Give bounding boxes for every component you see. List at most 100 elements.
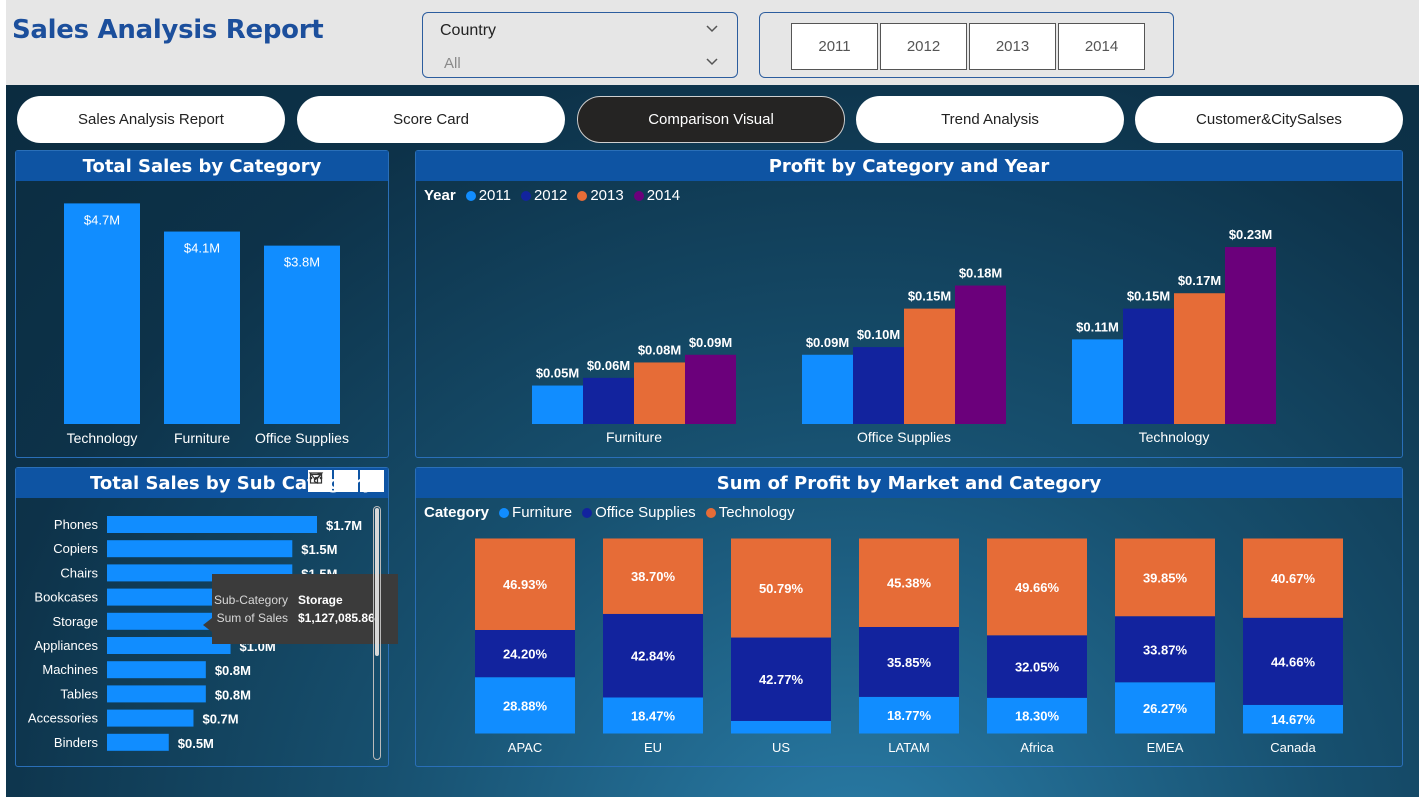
data-label: 50.79% bbox=[759, 581, 804, 596]
category-label: Technology bbox=[67, 430, 138, 446]
report-header: Sales Analysis Report Country All 2011 2… bbox=[6, 0, 1419, 85]
data-label: $0.11M bbox=[1076, 319, 1119, 334]
bar-technology[interactable] bbox=[64, 203, 140, 424]
sales-by-category-chart: $4.7M Technology $4.1M Furniture $3.8M Office… bbox=[64, 203, 349, 446]
bar-furniture-2012[interactable] bbox=[583, 377, 634, 424]
country-slicer-value[interactable]: All bbox=[444, 55, 461, 72]
bar-technology-2014[interactable] bbox=[1225, 247, 1276, 424]
tab-trend-analysis[interactable]: Trend Analysis bbox=[856, 96, 1124, 143]
country-slicer-label: Country bbox=[440, 22, 497, 39]
category-label: Copiers bbox=[53, 541, 98, 556]
visual-header-icons bbox=[308, 470, 384, 492]
report-body: Sales Analysis Report Score Card Compari… bbox=[6, 85, 1419, 797]
legend-item-2012[interactable]: 2012 bbox=[520, 187, 567, 204]
bar-furniture-2013[interactable] bbox=[634, 362, 685, 424]
data-label: 18.77% bbox=[887, 708, 932, 723]
data-label: 33.87% bbox=[1143, 642, 1188, 657]
year-button-2012[interactable]: 2012 bbox=[880, 23, 967, 70]
legend-item-office-supplies[interactable]: Office Supplies bbox=[582, 504, 696, 521]
tab-customer-city-sales[interactable]: Customer&CitySalses bbox=[1135, 96, 1403, 143]
data-label: 35.85% bbox=[887, 655, 932, 670]
data-label: 40.67% bbox=[1271, 571, 1316, 586]
chart-tooltip: Sub-Category Storage Sum of Sales $1,127… bbox=[212, 574, 398, 644]
legend-item-technology[interactable]: Technology bbox=[705, 504, 795, 521]
sales-by-category-panel[interactable]: $4.7M Technology $4.1M Furniture $3.8M Office… bbox=[15, 150, 389, 458]
data-label: $0.8M bbox=[215, 687, 251, 702]
data-label: $1.5M bbox=[301, 542, 337, 557]
profit-by-category-year-panel[interactable]: $0.05M $0.06M $0.08M $0.09M Furniture $0.09M $… bbox=[415, 150, 1403, 458]
data-label: 24.20% bbox=[503, 647, 548, 662]
year-button-2011[interactable]: 2011 bbox=[791, 23, 878, 70]
chevron-down-icon[interactable] bbox=[705, 22, 719, 36]
category-label: Bookcases bbox=[34, 590, 98, 605]
category-label: Storage bbox=[52, 614, 98, 629]
data-label: $0.10M bbox=[857, 327, 900, 342]
category-label: Phones bbox=[54, 517, 99, 532]
data-label: $3.8M bbox=[284, 255, 320, 270]
profit-by-category-year-title: Profit by Category and Year bbox=[416, 151, 1402, 181]
report-title: Sales Analysis Report bbox=[12, 15, 324, 45]
legend-item-2014[interactable]: 2014 bbox=[633, 187, 680, 204]
category-label: LATAM bbox=[888, 740, 929, 755]
legend-item-furniture[interactable]: Furniture bbox=[499, 504, 572, 521]
bar-phones[interactable] bbox=[107, 516, 317, 533]
tab-sales-analysis-report[interactable]: Sales Analysis Report bbox=[17, 96, 285, 143]
bar-technology-2012[interactable] bbox=[1123, 308, 1174, 424]
year-slicer: 2011 2012 2013 2014 bbox=[759, 12, 1174, 78]
bar-machines[interactable] bbox=[107, 661, 206, 679]
year-button-2014[interactable]: 2014 bbox=[1058, 23, 1145, 70]
tab-score-card[interactable]: Score Card bbox=[297, 96, 565, 143]
data-label: $1.7M bbox=[326, 518, 362, 533]
bar-technology-2013[interactable] bbox=[1174, 293, 1225, 424]
category-label: Technology bbox=[1139, 429, 1210, 445]
bar-furniture[interactable] bbox=[164, 231, 240, 424]
subcategory-scroll-thumb[interactable] bbox=[375, 508, 379, 656]
data-label: $0.09M bbox=[689, 335, 732, 350]
category-label: Machines bbox=[42, 662, 98, 677]
tab-comparison-visual[interactable]: Comparison Visual bbox=[577, 96, 845, 143]
data-label: $0.18M bbox=[959, 266, 1002, 281]
category-label: Canada bbox=[1270, 740, 1316, 755]
category-label: Appliances bbox=[34, 638, 98, 653]
bar-copiers[interactable] bbox=[107, 540, 293, 558]
data-label: 38.70% bbox=[631, 569, 676, 584]
category-label: EMEA bbox=[1147, 740, 1184, 755]
data-label: $0.15M bbox=[1127, 289, 1170, 304]
data-label: 14.67% bbox=[1271, 712, 1316, 727]
focus-mode-icon[interactable] bbox=[309, 470, 358, 492]
legend-item-2013[interactable]: 2013 bbox=[577, 187, 624, 204]
bar-furniture-2011[interactable] bbox=[532, 385, 583, 424]
sales-by-category-title: Total Sales by Category bbox=[16, 151, 388, 181]
data-label: $0.06M bbox=[587, 358, 630, 373]
report-canvas: Sales Analysis Report Country All 2011 2… bbox=[6, 0, 1419, 797]
data-label: 26.27% bbox=[1143, 701, 1188, 716]
category-label: APAC bbox=[508, 740, 542, 755]
bar-office-supplies-2013[interactable] bbox=[904, 308, 955, 424]
bar-technology-2011[interactable] bbox=[1072, 339, 1123, 424]
category-label: US bbox=[772, 740, 790, 755]
legend-item-2011[interactable]: 2011 bbox=[465, 187, 511, 204]
data-label: 44.66% bbox=[1271, 654, 1316, 669]
bar-furniture-2014[interactable] bbox=[685, 354, 736, 424]
data-label: 49.66% bbox=[1015, 580, 1060, 595]
data-label: $0.08M bbox=[638, 342, 681, 357]
category-label: Furniture bbox=[174, 430, 230, 446]
bar-office-supplies-2011[interactable] bbox=[802, 354, 853, 424]
bar-binders[interactable] bbox=[107, 733, 169, 751]
year-button-2013[interactable]: 2013 bbox=[969, 23, 1056, 70]
profit-by-market-category-panel[interactable]: 28.88% 24.20% 46.93% APAC 18.47% 42.84% 38.70%… bbox=[415, 467, 1403, 767]
chevron-down-icon[interactable] bbox=[705, 55, 719, 69]
bar-tables[interactable] bbox=[107, 685, 206, 703]
tooltip-row: Sum of Sales $1,127,085.86 bbox=[216, 611, 375, 625]
country-slicer[interactable]: Country All bbox=[422, 12, 738, 78]
segment-us-furniture[interactable] bbox=[731, 720, 831, 734]
bar-office-supplies-2012[interactable] bbox=[853, 347, 904, 424]
bar-accessories[interactable] bbox=[107, 709, 194, 727]
tooltip-arrow bbox=[203, 618, 212, 632]
category-label: EU bbox=[644, 740, 662, 755]
bar-office-supplies-2014[interactable] bbox=[955, 285, 1006, 424]
data-label: 39.85% bbox=[1143, 570, 1188, 585]
bar-office-supplies[interactable] bbox=[264, 245, 340, 424]
category-label: Accessories bbox=[28, 711, 99, 726]
more-options-icon[interactable] bbox=[309, 470, 384, 492]
